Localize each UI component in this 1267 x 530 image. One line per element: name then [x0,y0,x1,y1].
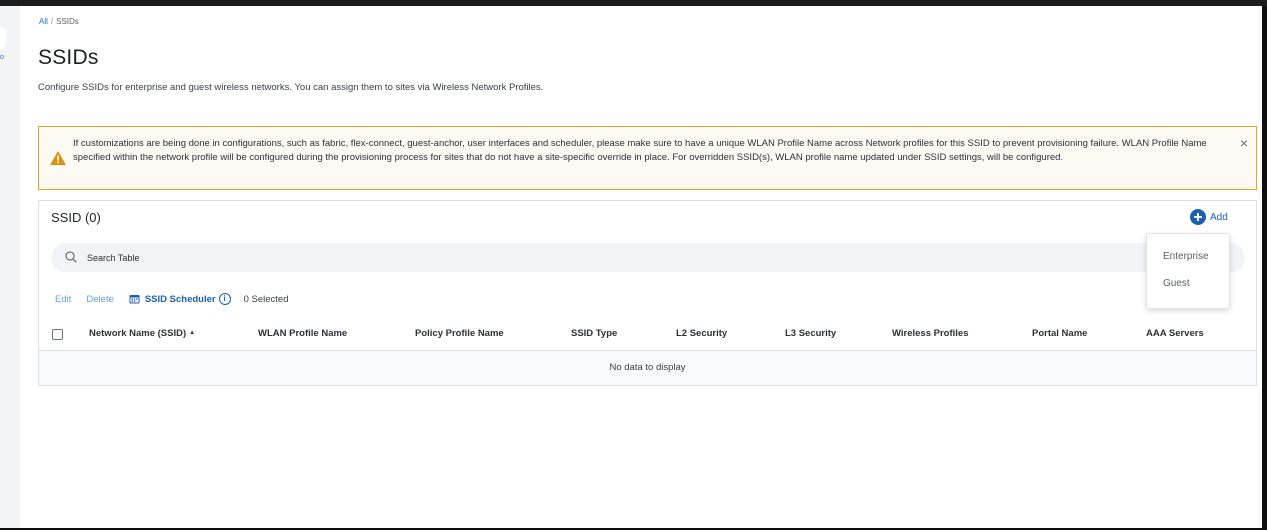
calendar-icon [129,295,140,304]
add-dropdown-menu: Enterprise Guest [1146,233,1230,309]
plus-circle-icon [1190,209,1206,225]
delete-button[interactable]: Delete [86,294,113,305]
info-icon[interactable]: i [218,293,231,305]
empty-state-row: No data to display [39,351,1256,385]
table-actions: Edit Delete SSID Scheduler i 0 Selected [55,293,289,305]
ssid-scheduler-label: SSID Scheduler [144,293,216,305]
menu-item-guest[interactable]: Guest [1163,278,1190,289]
column-wireless-profiles[interactable]: Wireless Profiles [892,328,968,339]
search-bar[interactable] [51,243,1245,272]
page-title: SSIDs [38,46,99,69]
page-description: Configure SSIDs for enterprise and guest… [38,82,544,93]
add-button-label: Add [1210,211,1228,223]
column-ssid-type[interactable]: SSID Type [571,328,617,339]
sort-ascending-icon: ▲ [189,330,196,337]
rail-avatar[interactable] [0,26,6,50]
table-title: SSID (0) [51,210,101,225]
ssid-scheduler-button[interactable]: SSID Scheduler i [129,293,231,305]
rail-link-icon[interactable]: o [0,54,4,61]
warning-triangle-icon [50,151,66,165]
menu-item-enterprise[interactable]: Enterprise [1163,251,1209,262]
breadcrumb-all-link[interactable]: All [39,17,48,26]
column-network-name[interactable]: Network Name (SSID) ▲ [89,328,195,339]
column-portal-name[interactable]: Portal Name [1032,328,1087,339]
left-nav-rail: o [0,6,20,528]
column-network-name-label: Network Name (SSID) [89,328,187,339]
column-l3-security[interactable]: L3 Security [785,328,836,339]
column-l2-security[interactable]: L2 Security [676,328,727,339]
select-all-checkbox[interactable] [52,329,63,340]
add-button[interactable]: Add [1190,209,1228,225]
selected-count: 0 Selected [243,293,289,305]
table-header: Network Name (SSID) ▲ WLAN Profile Name P… [39,321,1256,351]
alert-message: If customizations are being done in conf… [73,138,1207,163]
close-icon[interactable]: × [1240,136,1248,150]
column-aaa-servers[interactable]: AAA Servers [1146,328,1204,339]
search-input[interactable] [87,247,987,268]
edit-button[interactable]: Edit [55,294,71,305]
search-icon [65,251,77,263]
window-right-edge [1262,6,1267,530]
ssid-table-panel: SSID (0) Add Edit Delete SSID Scheduler … [38,200,1257,386]
column-policy-profile-name[interactable]: Policy Profile Name [415,328,504,339]
breadcrumb-current: SSIDs [56,17,79,26]
breadcrumb-separator: / [50,17,54,26]
warning-alert: If customizations are being done in conf… [38,126,1257,190]
column-wlan-profile-name[interactable]: WLAN Profile Name [258,328,347,339]
breadcrumb: All / SSIDs [39,17,79,26]
